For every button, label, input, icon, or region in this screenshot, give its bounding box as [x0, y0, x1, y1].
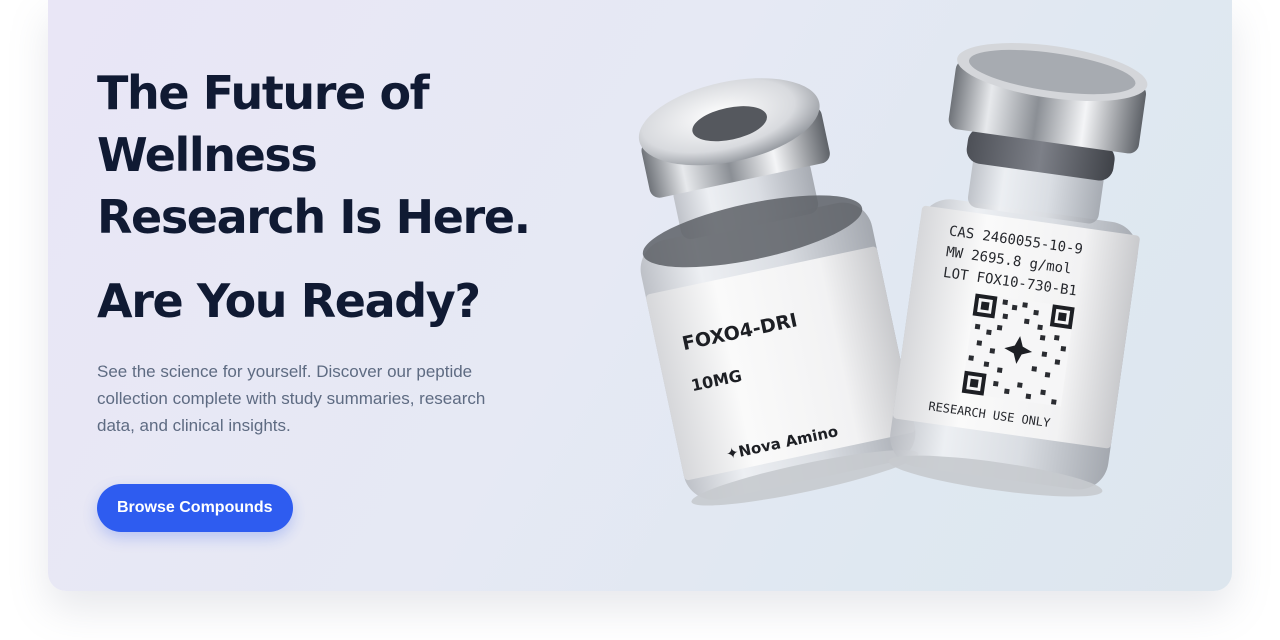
vial-left: FOXO4-DRI 10MG ✦Nova Amino — [638, 78, 919, 506]
hero-banner: The Future of Wellness Research Is Here.… — [48, 0, 1232, 591]
qr-code-icon — [961, 293, 1075, 407]
product-vials-image: FOXO4-DRI 10MG ✦Nova Amino CAS 2460055-1… — [638, 43, 1148, 506]
vial-right: CAS 2460055-10-9 MW 2695.8 g/mol LOT FOX… — [888, 43, 1148, 497]
